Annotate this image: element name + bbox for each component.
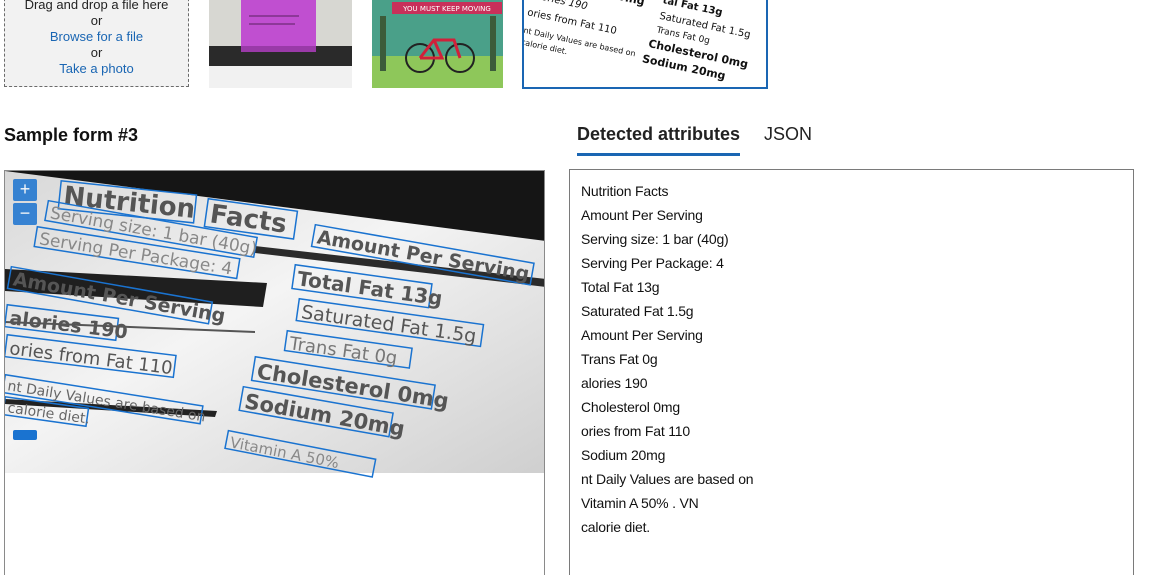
zoom-out-button[interactable]: −	[13, 203, 37, 225]
tab-json[interactable]: JSON	[764, 124, 812, 156]
sample-form-title: Sample form #3	[4, 125, 139, 145]
detected-line: Vitamin A 50% . VN	[581, 495, 699, 511]
detected-line: alories 190	[581, 375, 648, 391]
detected-attributes-panel: Nutrition Facts Amount Per Serving Servi…	[569, 169, 1134, 575]
detected-line: Saturated Fat 1.5g	[581, 303, 694, 319]
browse-file-link[interactable]: Browse for a file	[5, 29, 188, 45]
detected-line: Sodium 20mg	[581, 447, 666, 463]
sample-thumbnail-bicycle[interactable]: YOU MUST KEEP MOVING	[372, 0, 503, 88]
detected-line: Nutrition Facts	[581, 183, 669, 199]
take-photo-link[interactable]: Take a photo	[5, 61, 188, 77]
detected-line: Cholesterol 0mg	[581, 399, 680, 415]
detected-line: calorie diet.	[581, 519, 650, 535]
detected-line: Trans Fat 0g	[581, 351, 658, 367]
detected-line: ories from Fat 110	[581, 423, 690, 439]
detected-line: nt Daily Values are based on	[581, 471, 754, 487]
image-viewer[interactable]: Nutrition Facts Amount Per Serving Servi…	[4, 170, 545, 575]
nutrition-label-image: Nutrition Facts Amount Per Serving Servi…	[5, 171, 544, 575]
tab-detected-attributes[interactable]: Detected attributes	[577, 124, 741, 156]
results-tabs: Detected attributes JSON	[577, 124, 836, 156]
sample-thumbnail-nutrition-label[interactable]: nount Per Serving tal Fat 13g alories 19…	[522, 0, 768, 89]
detected-line: Serving Per Package: 4	[581, 255, 724, 271]
detected-line: Serving size: 1 bar (40g)	[581, 231, 729, 247]
or-text: or	[90, 13, 103, 28]
file-drop-zone[interactable]: Drag and drop a file here or Browse for …	[4, 0, 189, 87]
bicycle-caption: YOU MUST KEEP MOVING	[402, 5, 491, 13]
or-text: or	[90, 45, 103, 60]
detected-line: Amount Per Serving	[581, 207, 703, 223]
sample-thumbnail-sticky-note[interactable]	[209, 0, 352, 88]
zoom-slider-handle[interactable]	[13, 430, 37, 440]
drag-drop-text: Drag and drop a file here	[24, 0, 169, 12]
detected-line: Amount Per Serving	[581, 327, 703, 343]
detected-line: Total Fat 13g	[581, 279, 660, 295]
zoom-in-button[interactable]: +	[13, 179, 37, 201]
